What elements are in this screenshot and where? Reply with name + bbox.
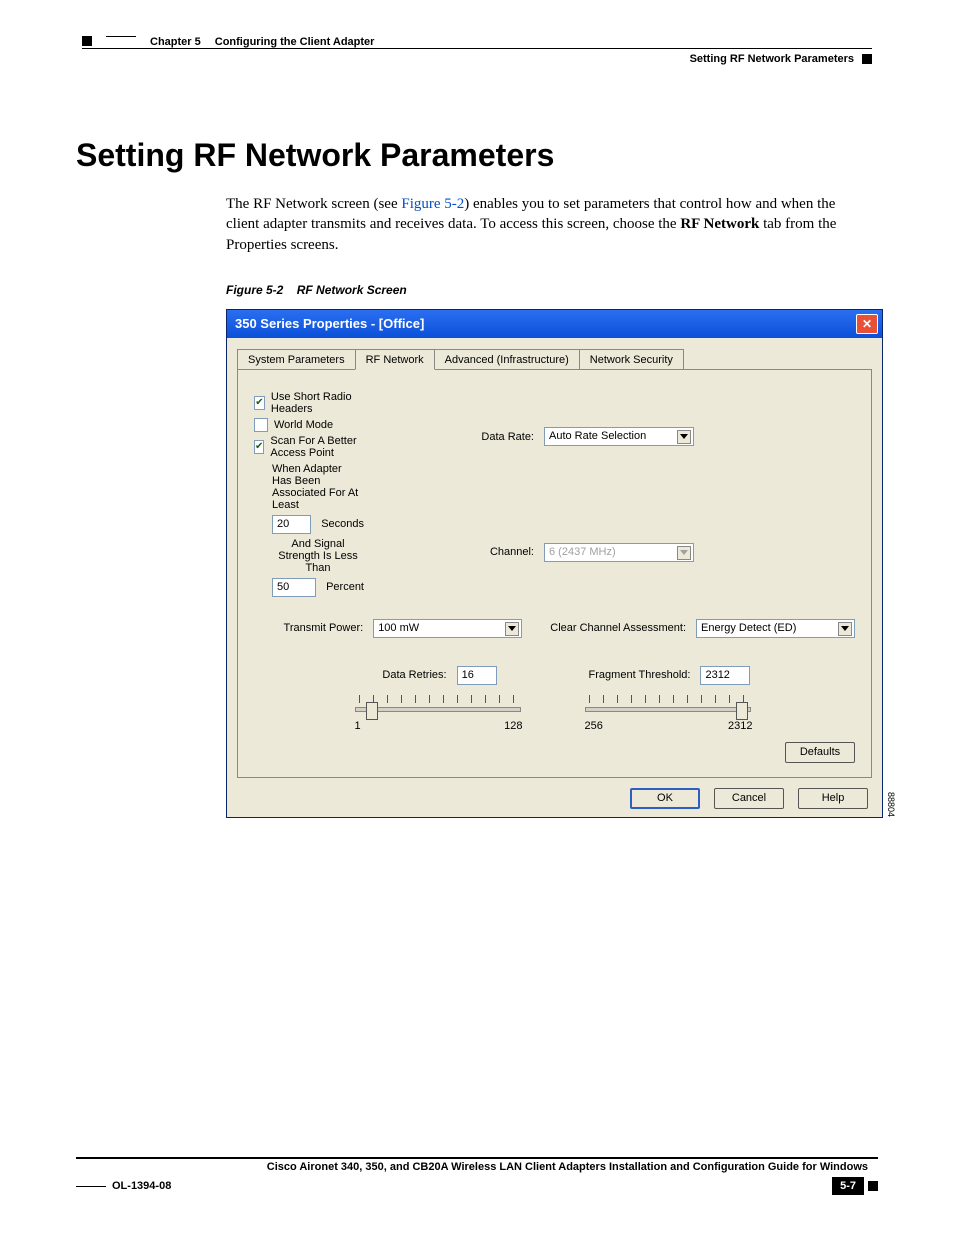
label-percent: Percent — [326, 581, 364, 593]
chapter-title: Configuring the Client Adapter — [215, 36, 375, 48]
checkbox-icon — [254, 418, 268, 432]
combo-cca[interactable]: Energy Detect (ED) — [696, 619, 855, 638]
dialog-title: 350 Series Properties - [Office] — [235, 316, 424, 331]
chevron-down-icon — [508, 626, 516, 631]
label-cca: Clear Channel Assessment: — [550, 622, 686, 634]
footer-guide-title: Cisco Aironet 340, 350, and CB20A Wirele… — [76, 1161, 868, 1173]
combo-channel: 6 (2437 MHz) — [544, 543, 694, 562]
check-short-headers[interactable]: ✔ Use Short Radio Headers — [254, 391, 364, 415]
running-header-left: Chapter 5 Configuring the Client Adapter — [82, 36, 872, 48]
tab-rf-network[interactable]: RF Network — [355, 349, 435, 370]
slider-data-retries[interactable]: 1 128 — [355, 695, 525, 732]
label-channel: Channel: — [374, 546, 534, 558]
section-title-small: Setting RF Network Parameters — [690, 53, 854, 65]
defaults-button[interactable]: Defaults — [785, 742, 855, 763]
scan-line1: When Adapter Has Been Associated For At … — [272, 463, 364, 511]
dialog-window: 350 Series Properties - [Office] ✕ Syste… — [226, 309, 883, 818]
chapter-label: Chapter 5 — [150, 36, 201, 48]
tab-advanced[interactable]: Advanced (Infrastructure) — [434, 349, 580, 369]
section-heading: Setting RF Network Parameters — [76, 137, 878, 174]
footer-doc-id: OL-1394-08 — [112, 1180, 171, 1192]
input-fragment-threshold[interactable]: 2312 — [700, 666, 750, 685]
tab-panel: Data Rate: Auto Rate Selection ✔ Use Sho… — [237, 369, 872, 778]
scan-line2: And Signal Strength Is Less Than — [272, 538, 364, 574]
tab-network-security[interactable]: Network Security — [579, 349, 684, 369]
slider-thumb[interactable] — [736, 702, 748, 720]
header-accent-box-right — [862, 54, 872, 64]
header-rule — [82, 48, 872, 49]
tab-strip: System Parameters RF Network Advanced (I… — [237, 348, 872, 369]
combo-transmit-power[interactable]: 100 mW — [373, 619, 522, 638]
check-world-mode[interactable]: World Mode — [254, 418, 364, 432]
label-fragment-threshold: Fragment Threshold: — [589, 669, 691, 681]
check-scan-better[interactable]: ✔ Scan For A Better Access Point — [254, 435, 364, 459]
dialog-titlebar[interactable]: 350 Series Properties - [Office] ✕ — [227, 310, 882, 338]
help-button[interactable]: Help — [798, 788, 868, 809]
slider-fragment-threshold[interactable]: 256 2312 — [585, 695, 755, 732]
chevron-down-icon — [680, 434, 688, 439]
input-data-retries[interactable]: 16 — [457, 666, 497, 685]
tab-name-bold: RF Network — [680, 216, 759, 232]
input-percent[interactable]: 50 — [272, 578, 316, 597]
chevron-down-icon — [841, 626, 849, 631]
checkbox-icon: ✔ — [254, 396, 265, 410]
header-accent-box — [82, 36, 92, 46]
label-seconds: Seconds — [321, 518, 364, 530]
checkbox-icon: ✔ — [254, 440, 264, 454]
label-data-retries: Data Retries: — [382, 669, 446, 681]
close-icon[interactable]: ✕ — [856, 314, 878, 334]
combo-data-rate[interactable]: Auto Rate Selection — [544, 427, 694, 446]
figure-image-id: 88804 — [886, 792, 896, 817]
input-seconds[interactable]: 20 — [272, 515, 311, 534]
slider-thumb[interactable] — [366, 702, 378, 720]
ok-button[interactable]: OK — [630, 788, 700, 809]
figure-link[interactable]: Figure 5-2 — [401, 196, 464, 212]
tab-system-parameters[interactable]: System Parameters — [237, 349, 356, 369]
cancel-button[interactable]: Cancel — [714, 788, 784, 809]
label-transmit-power: Transmit Power: — [254, 622, 363, 634]
intro-paragraph: The RF Network screen (see Figure 5-2) e… — [226, 194, 872, 255]
figure-caption: Figure 5-2 RF Network Screen — [226, 283, 878, 297]
page-number-badge: 5-7 — [832, 1177, 864, 1195]
page-footer: Cisco Aironet 340, 350, and CB20A Wirele… — [76, 1157, 878, 1195]
running-header-right: Setting RF Network Parameters — [82, 53, 872, 65]
chevron-down-icon — [680, 550, 688, 555]
label-data-rate: Data Rate: — [374, 431, 534, 443]
dialog-button-row: OK Cancel Help — [237, 788, 872, 809]
